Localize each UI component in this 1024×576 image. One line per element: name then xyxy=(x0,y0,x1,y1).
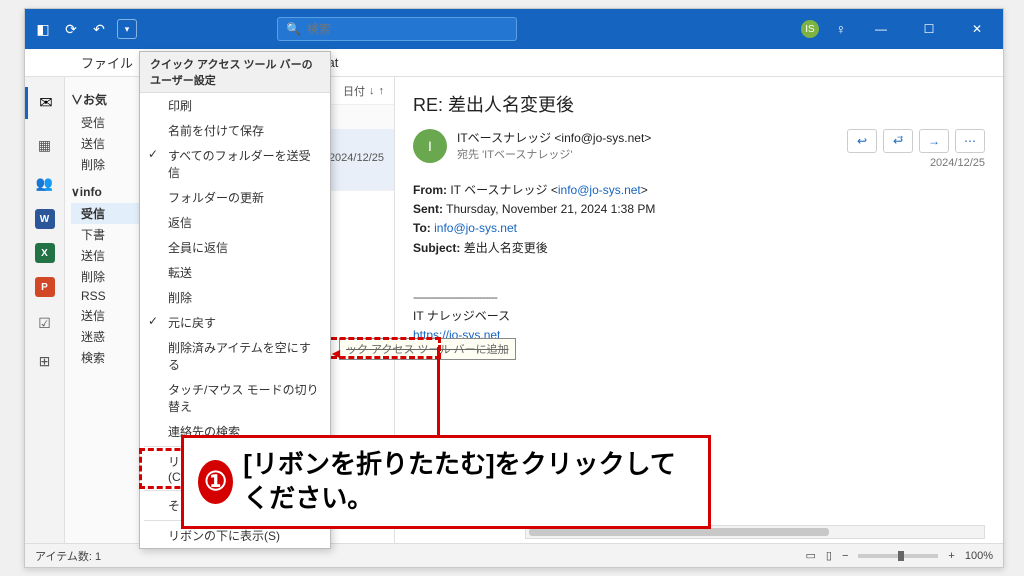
menu-title: クイック アクセス ツール バーのユーザー設定 xyxy=(140,52,330,93)
user-avatar[interactable]: IS xyxy=(801,20,819,38)
annotation-arrow-icon: ◄ xyxy=(329,345,343,361)
message-date: 2024/12/25 xyxy=(930,157,985,169)
search-input[interactable] xyxy=(307,22,508,36)
close-button[interactable]: ✕ xyxy=(959,9,995,49)
undo-icon[interactable]: ↶ xyxy=(89,19,109,39)
sort-label[interactable]: 日付 xyxy=(343,83,365,99)
menu-item-updatefolder[interactable]: フォルダーの更新 xyxy=(140,185,330,210)
mail-rail-button[interactable]: ✉ xyxy=(25,87,64,119)
zoom-value: 100% xyxy=(965,550,993,562)
people-rail-button[interactable]: 👥 xyxy=(33,171,57,195)
outlook-icon: ◧ xyxy=(33,19,53,39)
sort-direction-icon[interactable]: ↓ xyxy=(369,85,375,97)
message-subject: RE: 差出人名変更後 xyxy=(413,91,985,117)
body-to-label: To: xyxy=(413,221,431,235)
more-actions-button[interactable]: ⋯ xyxy=(955,129,985,153)
body-sent-value: Thursday, November 21, 2024 1:38 PM xyxy=(446,202,655,216)
scrollbar-handle[interactable] xyxy=(529,528,829,536)
body-sent-label: Sent: xyxy=(413,202,443,216)
annotation-highlight-extension xyxy=(331,337,441,359)
callout-number: ① xyxy=(198,460,233,504)
sig-dashes: ---------------------------- xyxy=(413,288,985,307)
menu-item-sendreceive[interactable]: すべてのフォルダーを送受信 xyxy=(140,143,330,185)
search-icon: 🔍 xyxy=(286,22,301,36)
menu-item-reply[interactable]: 返信 xyxy=(140,210,330,235)
to-value: 'ITベースナレッジ' xyxy=(482,149,572,161)
menu-item-emptydeleted[interactable]: 削除済みアイテムを空にする xyxy=(140,335,330,377)
todo-rail-button[interactable]: ☑ xyxy=(33,311,57,335)
callout-text: [リボンを折りたたむ]をクリックしてください。 xyxy=(243,448,694,516)
reply-all-button[interactable]: ↩⃗ xyxy=(883,129,913,153)
zoom-out-icon[interactable]: − xyxy=(842,550,848,562)
instruction-callout: ① [リボンを折りたたむ]をクリックしてください。 xyxy=(181,435,711,529)
zoom-in-icon[interactable]: + xyxy=(948,550,954,562)
mail-date: 2024/12/25 xyxy=(329,152,384,168)
item-count: アイテム数: 1 xyxy=(35,548,101,564)
outlook-window: ◧ ⟳ ↶ ▾ 🔍 IS ♀ — ☐ ✕ ファイル obat ✉ ▦ 👥 W X… xyxy=(24,8,1004,568)
file-tab[interactable]: ファイル xyxy=(81,53,133,72)
reply-button[interactable]: ↩ xyxy=(847,129,877,153)
powerpoint-app-icon[interactable]: P xyxy=(35,277,55,297)
to-label: 宛先 xyxy=(457,149,479,161)
search-box[interactable]: 🔍 xyxy=(277,17,517,41)
menu-item-print[interactable]: 印刷 xyxy=(140,93,330,118)
menu-item-undo[interactable]: 元に戻す xyxy=(140,310,330,335)
body-subj-value: 差出人名変更後 xyxy=(464,241,548,255)
excel-app-icon[interactable]: X xyxy=(35,243,55,263)
minimize-button[interactable]: — xyxy=(863,9,899,49)
body-to-email[interactable]: info@jo-sys.net xyxy=(434,221,517,235)
sort-arrow-icon[interactable]: ↑ xyxy=(379,85,385,97)
callout-connector xyxy=(437,347,440,439)
word-app-icon[interactable]: W xyxy=(35,209,55,229)
forward-button[interactable]: → xyxy=(919,129,949,153)
more-rail-button[interactable]: ⊞ xyxy=(33,349,57,373)
menu-item-touchmouse[interactable]: タッチ/マウス モードの切り替え xyxy=(140,377,330,419)
zoom-slider[interactable] xyxy=(858,554,938,558)
menu-item-forward[interactable]: 転送 xyxy=(140,260,330,285)
body-from-value: IT ベースナレッジ < xyxy=(450,183,558,197)
menu-item-delete[interactable]: 削除 xyxy=(140,285,330,310)
sendreceive-icon[interactable]: ⟳ xyxy=(61,19,81,39)
lightbulb-icon[interactable]: ♀ xyxy=(831,19,851,39)
maximize-button[interactable]: ☐ xyxy=(911,9,947,49)
view-normal-icon[interactable]: ▭ xyxy=(806,549,816,562)
leftrail: ✉ ▦ 👥 W X P ☑ ⊞ xyxy=(25,77,65,543)
view-reading-icon[interactable]: ▯ xyxy=(826,549,832,562)
calendar-rail-button[interactable]: ▦ xyxy=(33,133,57,157)
qat-dropdown-button[interactable]: ▾ xyxy=(117,19,137,39)
sender-line: ITベースナレッジ <info@jo-sys.net> xyxy=(457,129,651,146)
message-body: From: IT ベースナレッジ <info@jo-sys.net> Sent:… xyxy=(413,181,985,345)
sender-avatar: I xyxy=(413,129,447,163)
body-from-label: From: xyxy=(413,183,447,197)
menu-item-replyall[interactable]: 全員に返信 xyxy=(140,235,330,260)
menu-item-saveas[interactable]: 名前を付けて保存 xyxy=(140,118,330,143)
titlebar: ◧ ⟳ ↶ ▾ 🔍 IS ♀ — ☐ ✕ xyxy=(25,9,1003,49)
sig-name: IT ナレッジベース xyxy=(413,307,985,326)
body-from-email[interactable]: info@jo-sys.net xyxy=(558,183,641,197)
body-subj-label: Subject: xyxy=(413,241,460,255)
